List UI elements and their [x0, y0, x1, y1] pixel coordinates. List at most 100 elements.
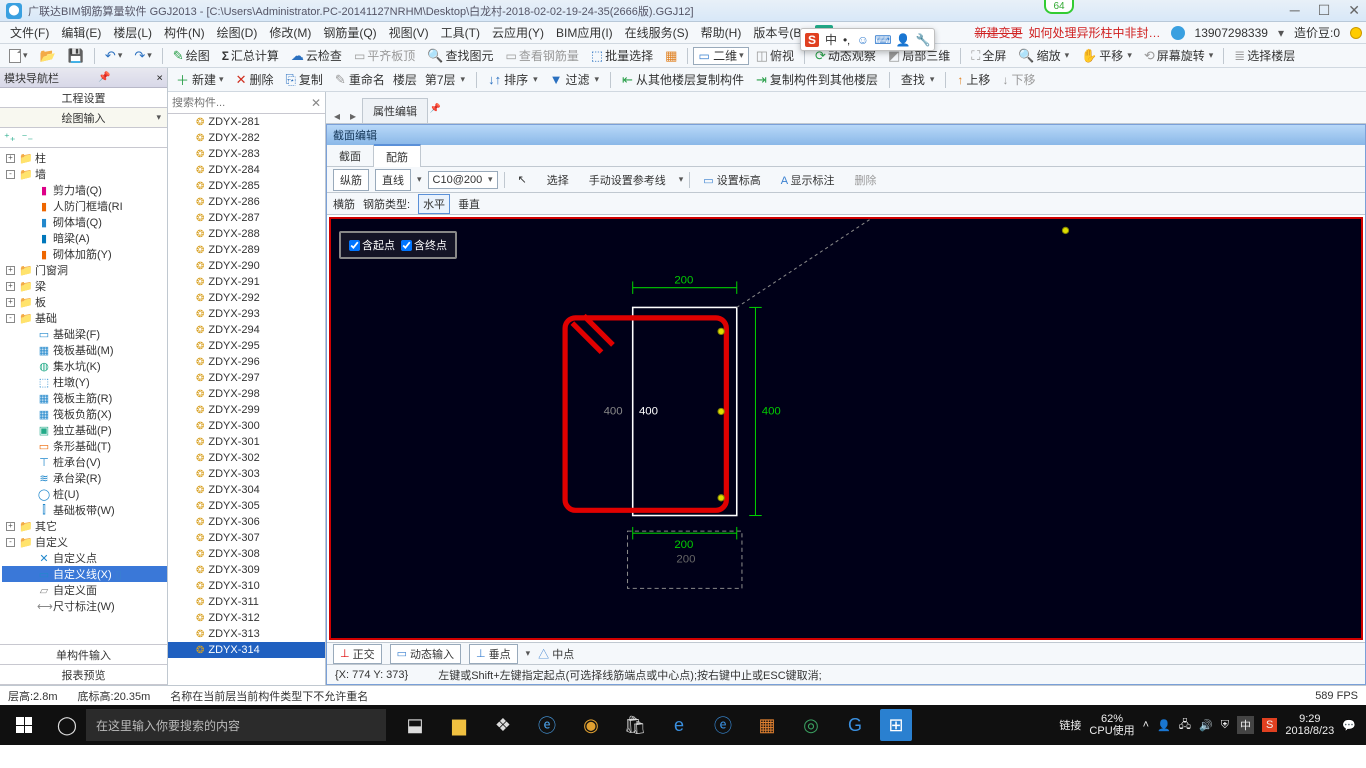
component-row[interactable]: ❂ZDYX-300: [168, 418, 325, 434]
midpoint-button[interactable]: △ 中点: [538, 646, 574, 662]
component-row[interactable]: ❂ZDYX-297: [168, 370, 325, 386]
undo-button[interactable]: ↶▾: [100, 46, 127, 66]
search-clear-icon[interactable]: ✕: [311, 96, 321, 110]
pointer-icon[interactable]: ↖: [511, 170, 534, 189]
ime-toolbar[interactable]: S 中 •‚ ☺ ⌨ 👤 🔧: [800, 28, 935, 51]
expand-all-icon[interactable]: ⁺₊: [4, 131, 16, 144]
ime-emoji-icon[interactable]: ☺: [856, 33, 870, 47]
ime-tool-icon[interactable]: 🔧: [916, 33, 930, 47]
cloud-check-button[interactable]: ☁云检查: [286, 45, 347, 66]
tray-people-icon[interactable]: 👤: [1157, 719, 1171, 732]
component-row[interactable]: ❂ZDYX-298: [168, 386, 325, 402]
tree-node[interactable]: -📁基础: [2, 310, 167, 326]
zong-button[interactable]: 纵筋: [333, 169, 369, 191]
component-row[interactable]: ❂ZDYX-285: [168, 178, 325, 194]
menu-item[interactable]: 编辑(E): [55, 24, 107, 42]
ime-lang[interactable]: 中: [825, 31, 837, 48]
menu-item[interactable]: 在线服务(S): [619, 24, 695, 42]
component-row[interactable]: ❂ZDYX-309: [168, 562, 325, 578]
tree-node[interactable]: ▱自定义面: [2, 582, 167, 598]
tree-node[interactable]: ◍集水坑(K): [2, 358, 167, 374]
component-row[interactable]: ❂ZDYX-299: [168, 402, 325, 418]
menu-item[interactable]: 文件(F): [4, 24, 55, 42]
tree-node[interactable]: ▮人防门框墙(RI: [2, 198, 167, 214]
del-rebar-button[interactable]: 删除: [848, 169, 884, 191]
close-button[interactable]: ✕: [1348, 2, 1360, 19]
rebar-spec-combo[interactable]: C10@200 ▾: [428, 171, 498, 189]
move-up-button[interactable]: ↑上移: [953, 69, 994, 90]
zoom-button[interactable]: 🔍缩放: [1013, 45, 1074, 66]
fullscreen-button[interactable]: ⛶全屏: [966, 45, 1011, 66]
horiz-button[interactable]: 水平: [418, 194, 450, 214]
tree-node[interactable]: ⬚柱墩(Y): [2, 374, 167, 390]
component-row[interactable]: ❂ZDYX-287: [168, 210, 325, 226]
component-row[interactable]: ❂ZDYX-301: [168, 434, 325, 450]
app3-icon[interactable]: ◎: [792, 705, 830, 745]
ie-icon[interactable]: ⓔ: [704, 705, 742, 745]
tree-node[interactable]: +📁梁: [2, 278, 167, 294]
menu-item[interactable]: 钢筋量(Q): [317, 24, 382, 42]
component-row[interactable]: ❂ZDYX-304: [168, 482, 325, 498]
component-row[interactable]: ❂ZDYX-311: [168, 594, 325, 610]
stamp-button[interactable]: ▦: [660, 46, 682, 66]
app2-icon[interactable]: ◉: [572, 705, 610, 745]
component-row[interactable]: ❂ZDYX-295: [168, 338, 325, 354]
sum-button[interactable]: Σ 汇总计算: [217, 45, 284, 66]
vert-button[interactable]: 垂直: [458, 196, 480, 212]
tree-node[interactable]: ≋承台梁(R): [2, 470, 167, 486]
tray-clock[interactable]: 9:292018/8/23: [1285, 713, 1334, 737]
tree-node[interactable]: +📁板: [2, 294, 167, 310]
dim-combo[interactable]: ▭ 二维: [693, 47, 748, 65]
component-row[interactable]: ❂ZDYX-294: [168, 322, 325, 338]
component-row[interactable]: ❂ZDYX-283: [168, 146, 325, 162]
nav-tab-report[interactable]: 报表预览: [0, 665, 167, 685]
edge-icon[interactable]: ⓔ: [528, 705, 566, 745]
line-button[interactable]: 直线: [375, 169, 411, 191]
taskbar-search[interactable]: 在这里输入你要搜索的内容: [86, 709, 386, 741]
tray-net-icon[interactable]: 🖧: [1179, 716, 1191, 735]
nav-close-button[interactable]: ×: [150, 71, 163, 84]
tree-node[interactable]: +📁柱: [2, 150, 167, 166]
tree-node[interactable]: ▮砌体加筋(Y): [2, 246, 167, 262]
find-elem-button[interactable]: 🔍查找图元: [422, 45, 498, 66]
store-icon[interactable]: 🛍: [616, 705, 654, 745]
ime-punct[interactable]: •‚: [843, 33, 850, 47]
pan-button[interactable]: ✋平移: [1076, 45, 1137, 66]
tree-node[interactable]: ▮剪力墙(Q): [2, 182, 167, 198]
help-link[interactable]: 如何处理异形柱中非封…: [1029, 24, 1161, 41]
tree-node[interactable]: ▦筏板主筋(R): [2, 390, 167, 406]
update-badge[interactable]: 64: [1044, 0, 1074, 14]
ime-user-icon[interactable]: 👤: [896, 33, 910, 47]
menu-item[interactable]: 帮助(H): [695, 24, 748, 42]
component-row[interactable]: ❂ZDYX-307: [168, 530, 325, 546]
component-row[interactable]: ❂ZDYX-290: [168, 258, 325, 274]
tab-section[interactable]: 截面: [327, 145, 374, 167]
tray-shield-icon[interactable]: ⛨: [1221, 719, 1229, 732]
component-row[interactable]: ❂ZDYX-310: [168, 578, 325, 594]
app5-icon[interactable]: ⊞: [880, 709, 912, 741]
batch-select-button[interactable]: ⬚批量选择: [586, 45, 658, 66]
copy-from-button[interactable]: ⇤从其他楼层复制构件: [618, 69, 748, 90]
component-row[interactable]: ❂ZDYX-296: [168, 354, 325, 370]
tree-node[interactable]: ▦筏板基础(M): [2, 342, 167, 358]
tree-node[interactable]: -📁自定义: [2, 534, 167, 550]
rename-comp-button[interactable]: ✎重命名: [331, 69, 389, 90]
dyn-input-button[interactable]: ▭动态输入: [390, 644, 461, 664]
menu-item[interactable]: 修改(M): [263, 24, 317, 42]
redo-button[interactable]: ↷▾: [129, 46, 156, 66]
view-rebar-button[interactable]: ▭ 查看钢筋量: [501, 45, 584, 66]
tree-node[interactable]: ▮暗梁(A): [2, 230, 167, 246]
user-avatar-icon[interactable]: [1171, 26, 1185, 40]
delete-comp-button[interactable]: ✕删除: [232, 69, 278, 90]
tree-node[interactable]: ◯桩(U): [2, 486, 167, 502]
open-button[interactable]: 📂: [35, 46, 61, 66]
component-row[interactable]: ❂ZDYX-282: [168, 130, 325, 146]
tree-node[interactable]: ✕自定义点: [2, 550, 167, 566]
tree-node[interactable]: ⟷尺寸标注(W): [2, 598, 167, 614]
component-row[interactable]: ❂ZDYX-288: [168, 226, 325, 242]
nav-tab-single[interactable]: 单构件输入: [0, 645, 167, 665]
menu-item[interactable]: 视图(V): [383, 24, 435, 42]
filter-button[interactable]: ▼过滤: [546, 69, 603, 90]
manual-ref-button[interactable]: 手动设置参考线: [582, 169, 673, 191]
draw-button[interactable]: ✎绘图: [168, 45, 215, 66]
